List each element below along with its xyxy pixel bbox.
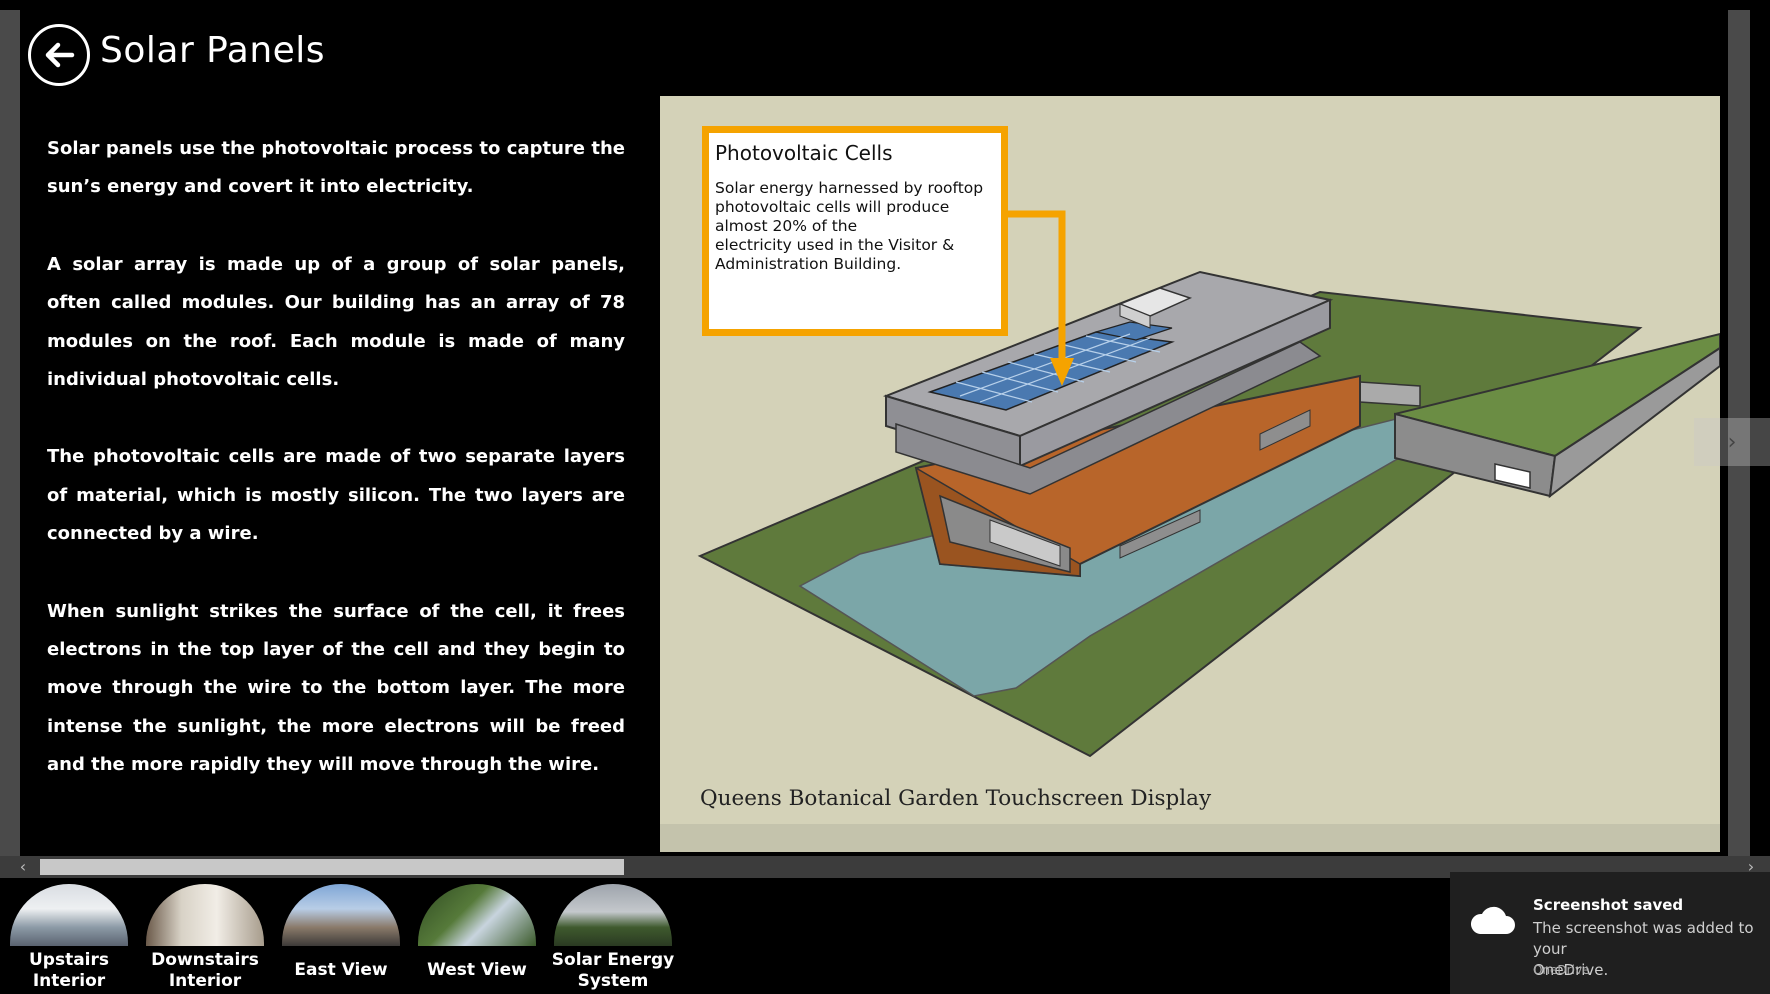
article-paragraph: A solar array is made up of a group of s… [47, 253, 625, 391]
thumbnail-image [10, 884, 128, 946]
thumbnail-label: Solar Energy System [551, 950, 675, 991]
thumbnail-image [146, 884, 264, 946]
gallery-strip: Upstairs Interior Downstairs Interior Ea… [0, 878, 700, 994]
thumbnail-solar-energy-system[interactable]: Solar Energy System [544, 884, 682, 992]
thumbnail-label: East View [294, 960, 388, 980]
thumbnail-image [418, 884, 536, 946]
article-paragraph: The photovoltaic cells are made of two s… [47, 446, 625, 545]
thumbnail-east-view[interactable]: East View [272, 884, 410, 981]
screenshot-toast[interactable]: Screenshot saved The screenshot was adde… [1450, 872, 1770, 994]
left-edge-rail [0, 10, 20, 856]
chevron-right-icon: › [1727, 429, 1737, 455]
thumbnail-image [554, 884, 672, 946]
caption-band [660, 824, 1720, 852]
thumbnail-upstairs-interior[interactable]: Upstairs Interior [0, 884, 138, 992]
chevron-left-icon[interactable]: ‹ [12, 856, 34, 878]
thumbnail-label: Upstairs Interior [28, 950, 110, 991]
thumbnail-west-view[interactable]: West View [408, 884, 546, 981]
callout-box: Photovoltaic Cells Solar energy harnesse… [702, 126, 1008, 336]
article-paragraph: When sunlight strikes the surface of the… [47, 600, 625, 776]
callout-title: Photovoltaic Cells [715, 141, 893, 165]
next-slide-button[interactable]: › [1694, 418, 1770, 466]
cloud-icon [1470, 906, 1515, 934]
thumbnail-label: West View [427, 960, 527, 980]
arrow-left-icon [45, 42, 75, 68]
thumbnail-downstairs-interior[interactable]: Downstairs Interior [136, 884, 274, 992]
callout-body: Solar energy harnessed by rooftop photov… [715, 179, 984, 273]
thumbnail-label: Downstairs Interior [151, 950, 259, 991]
thumbnail-image [282, 884, 400, 946]
scrollbar-thumb[interactable] [40, 859, 624, 875]
figure-caption: Queens Botanical Garden Touchscreen Disp… [700, 786, 1212, 811]
toast-app-name: OneDrive [1533, 963, 1590, 977]
toast-title: Screenshot saved [1533, 896, 1684, 914]
article-paragraph: Solar panels use the photovoltaic proces… [47, 138, 625, 198]
back-button[interactable] [28, 24, 90, 86]
building-illustration: Photovoltaic Cells Solar energy harnesse… [660, 96, 1720, 852]
page-title: Solar Panels [100, 30, 326, 71]
article-text: Solar panels use the photovoltaic proces… [47, 130, 625, 824]
